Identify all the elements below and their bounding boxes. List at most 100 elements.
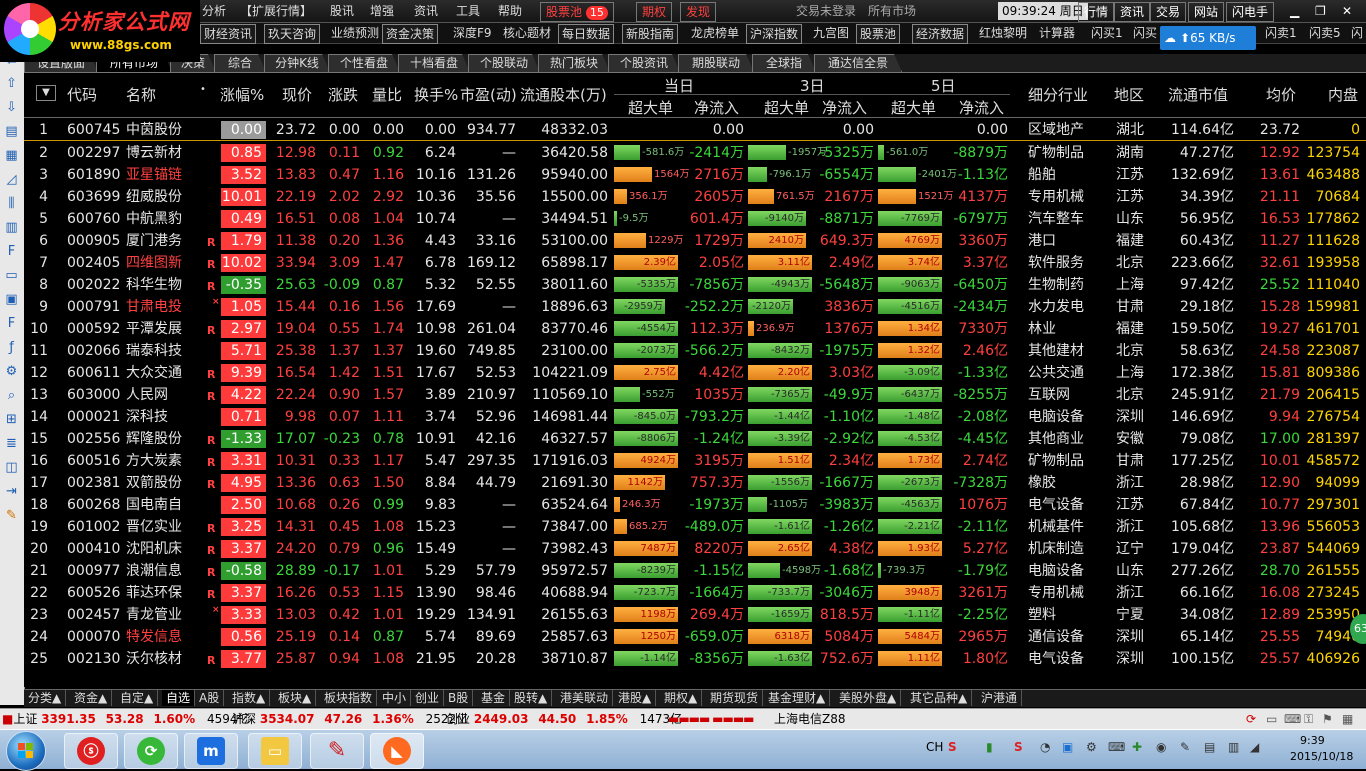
- bottom-tab-6[interactable]: 板块▲: [274, 690, 317, 706]
- tray-icon-4[interactable]: ⌨: [1108, 740, 1125, 754]
- taskbar-app-5[interactable]: ✎: [310, 733, 364, 769]
- keyboard-icon[interactable]: ⌨: [1284, 711, 1301, 727]
- col-big-order-5d[interactable]: 超大单: [891, 97, 936, 118]
- menu-tools[interactable]: 工具: [456, 2, 480, 20]
- signal-icon[interactable]: ⚑: [1322, 711, 1333, 727]
- restore-icon[interactable]: ❐: [1315, 2, 1326, 20]
- tab-custom-view[interactable]: 个性看盘: [328, 54, 400, 72]
- sh-index[interactable]: ■上证 3391.35 53.28 1.60% 4594亿: [2, 711, 249, 727]
- quote-table[interactable]: ▼ 代码 名称 • 涨幅% 现价 涨跌 量比 换手% 市盈(动) 流通股本(万)…: [24, 73, 1366, 687]
- formula-icon[interactable]: ƒ: [3, 339, 20, 356]
- chart-icon[interactable]: ◫: [3, 459, 20, 476]
- tab-ten-level[interactable]: 十档看盘: [398, 54, 470, 72]
- table-row[interactable]: 9 000791 甘肃电投 × 1.05 15.44 0.16 1.56 17.69 — 18896…: [24, 296, 1366, 318]
- toolbar-flash[interactable]: 闪: [1348, 24, 1366, 42]
- bottom-tab-13[interactable]: 港美联动: [556, 690, 614, 706]
- toolbar-nine-grid[interactable]: 九宫图: [810, 24, 852, 42]
- export-icon[interactable]: ⇥: [3, 483, 20, 500]
- table-row[interactable]: 5 600760 中航黑豹 0.49 16.51 0.08 1.04 10.74 — 34494.…: [24, 208, 1366, 230]
- menu-stock-news[interactable]: 股讯: [330, 2, 354, 20]
- menu-extended-quotes[interactable]: 【扩展行情】: [240, 2, 312, 20]
- tray-icon-5[interactable]: ✚: [1132, 740, 1142, 754]
- network-icon[interactable]: ▥: [1228, 740, 1239, 754]
- menu-enhance[interactable]: 增强: [370, 2, 394, 20]
- taskbar-explorer[interactable]: ▭: [248, 733, 302, 769]
- bottom-tab-16[interactable]: 期货现货: [706, 690, 764, 706]
- tray-icon-7[interactable]: ✎: [1180, 740, 1190, 754]
- f12-icon[interactable]: F: [3, 315, 20, 332]
- search-icon[interactable]: ⌕: [3, 387, 20, 404]
- col-big-order-3d[interactable]: 超大单: [764, 97, 809, 118]
- tray-date[interactable]: 2015/10/18: [1290, 750, 1353, 763]
- report-icon[interactable]: ▤: [3, 123, 20, 140]
- tray-icon-1[interactable]: ◔: [1040, 740, 1050, 754]
- col-big-order-1d[interactable]: 超大单: [628, 97, 673, 118]
- list-icon[interactable]: ≣: [3, 435, 20, 452]
- sz-index[interactable]: 沪深 3534.07 47.26 1.36% 2522亿: [232, 711, 468, 727]
- col-code[interactable]: 代码: [67, 84, 97, 105]
- col-turnover[interactable]: 换手%: [414, 84, 458, 105]
- table-row[interactable]: 1 600745 中茵股份 0.00 23.72 0.00 0.00 0.00 934.77 48…: [24, 119, 1366, 141]
- tab-hot-sectors[interactable]: 热门板块: [538, 54, 610, 72]
- tab-overview[interactable]: 综合: [214, 54, 266, 72]
- table-icon[interactable]: ▦: [3, 147, 20, 164]
- tab-stock-link[interactable]: 个股联动: [468, 54, 540, 72]
- right-menu-trade[interactable]: 交易: [1150, 2, 1187, 22]
- bottom-tab-18[interactable]: 美股外盘▲: [835, 690, 902, 706]
- table-row[interactable]: 8 002022 科华生物 R -0.35 25.63 -0.09 0.87 5.32 52.55…: [24, 274, 1366, 296]
- right-menu-flash[interactable]: 闪电手: [1226, 2, 1275, 22]
- bottom-tab-11[interactable]: 基金: [477, 690, 511, 706]
- line-chart-icon[interactable]: ◿: [3, 171, 20, 188]
- table-row[interactable]: 22 600526 菲达环保 R 3.37 16.26 0.53 1.15 13.90 98.46…: [24, 582, 1366, 604]
- taskbar-app-3[interactable]: m: [184, 733, 238, 769]
- ime-s2-icon[interactable]: S: [1014, 740, 1023, 754]
- table-row[interactable]: 10 000592 平潭发展 R 2.97 19.04 0.55 1.74 10.98 261.0…: [24, 318, 1366, 340]
- table-row[interactable]: 7 002405 四维图新 R 10.02 33.94 3.09 1.47 6.78 169.12…: [24, 252, 1366, 274]
- tray-icon-3[interactable]: ⚙: [1086, 740, 1097, 754]
- table-row[interactable]: 24 000070 特发信息 0.56 25.19 0.14 0.87 5.74 89.69 25…: [24, 626, 1366, 648]
- bottom-tab-15[interactable]: 期权▲: [660, 690, 703, 706]
- bottom-tab-4[interactable]: A股: [195, 690, 225, 706]
- taskbar-app-1[interactable]: ⓢ: [64, 733, 118, 769]
- tray-icon-6[interactable]: ◉: [1156, 740, 1166, 754]
- table-row[interactable]: 3 601890 亚星锚链 3.52 13.83 0.47 1.16 10.16 131.26 9…: [24, 164, 1366, 186]
- window-icon[interactable]: ▭: [1266, 711, 1277, 727]
- col-pe[interactable]: 市盈(动): [460, 84, 517, 105]
- bottom-tab-3[interactable]: 自选: [162, 690, 196, 706]
- taskbar-app-2[interactable]: ⟳: [124, 733, 178, 769]
- stock-pool-button[interactable]: 股票池 15: [540, 2, 614, 22]
- notes-icon[interactable]: ▣: [3, 291, 20, 308]
- table-row[interactable]: 12 600611 大众交通 R 9.39 16.54 1.42 1.51 17.67 52.53…: [24, 362, 1366, 384]
- lock-icon[interactable]: ⚿: [1304, 711, 1313, 727]
- toolbar-core-theme[interactable]: 核心题材: [500, 24, 554, 42]
- taskbar-app-active[interactable]: ◣: [370, 733, 424, 769]
- toolbar-dragon-tiger[interactable]: 龙虎榜单: [688, 24, 742, 42]
- f10-icon[interactable]: F: [3, 243, 20, 260]
- table-row[interactable]: 19 601002 晋亿实业 R 3.25 14.31 0.45 1.08 15.23 — 7384…: [24, 516, 1366, 538]
- options-button[interactable]: 期权: [636, 2, 673, 22]
- ime-s-icon[interactable]: S: [948, 740, 957, 754]
- col-net-inflow-1d[interactable]: 净流入: [694, 97, 739, 118]
- toolbox-icon[interactable]: ⊞: [3, 411, 20, 428]
- input-lang[interactable]: CH: [926, 740, 943, 754]
- toolbar-ipo-guide[interactable]: 新股指南: [622, 24, 679, 44]
- table-row[interactable]: 6 000905 厦门港务 R 1.79 11.38 0.20 1.36 4.43 33.16 53…: [24, 230, 1366, 252]
- bottom-tab-9[interactable]: 创业: [411, 690, 445, 706]
- tray-icon-8[interactable]: ▤: [1204, 740, 1215, 754]
- minimize-icon[interactable]: ▁: [1290, 2, 1299, 20]
- right-menu-quotes[interactable]: 行情: [1078, 2, 1115, 22]
- col-region[interactable]: 地区: [1114, 84, 1144, 105]
- table-row[interactable]: 15 002556 辉隆股份 R -1.33 17.07 -0.23 0.78 10.91 42.…: [24, 428, 1366, 450]
- toolbar-depth-f9[interactable]: 深度F9: [450, 24, 495, 42]
- table-row[interactable]: 17 002381 双箭股份 R 4.95 13.36 0.63 1.50 8.84 44.79 2…: [24, 472, 1366, 494]
- start-button[interactable]: [6, 731, 46, 771]
- right-menu-site[interactable]: 网站: [1188, 2, 1225, 22]
- table-row[interactable]: 4 603699 纽威股份 10.01 22.19 2.02 2.92 10.36 35.56 1…: [24, 186, 1366, 208]
- table-row[interactable]: 23 002457 青龙管业 × 3.33 13.03 0.42 1.01 19.29 134.9…: [24, 604, 1366, 626]
- toolbar-flash-sell-5[interactable]: 闪卖5: [1306, 24, 1344, 42]
- document-icon[interactable]: ▭: [3, 267, 20, 284]
- bottom-tab-12[interactable]: 股转▲: [510, 690, 553, 706]
- candlestick-icon[interactable]: ⫼: [3, 195, 20, 212]
- menu-info[interactable]: 资讯: [414, 2, 438, 20]
- toolbar-red-candle[interactable]: 红烛黎明: [976, 24, 1030, 42]
